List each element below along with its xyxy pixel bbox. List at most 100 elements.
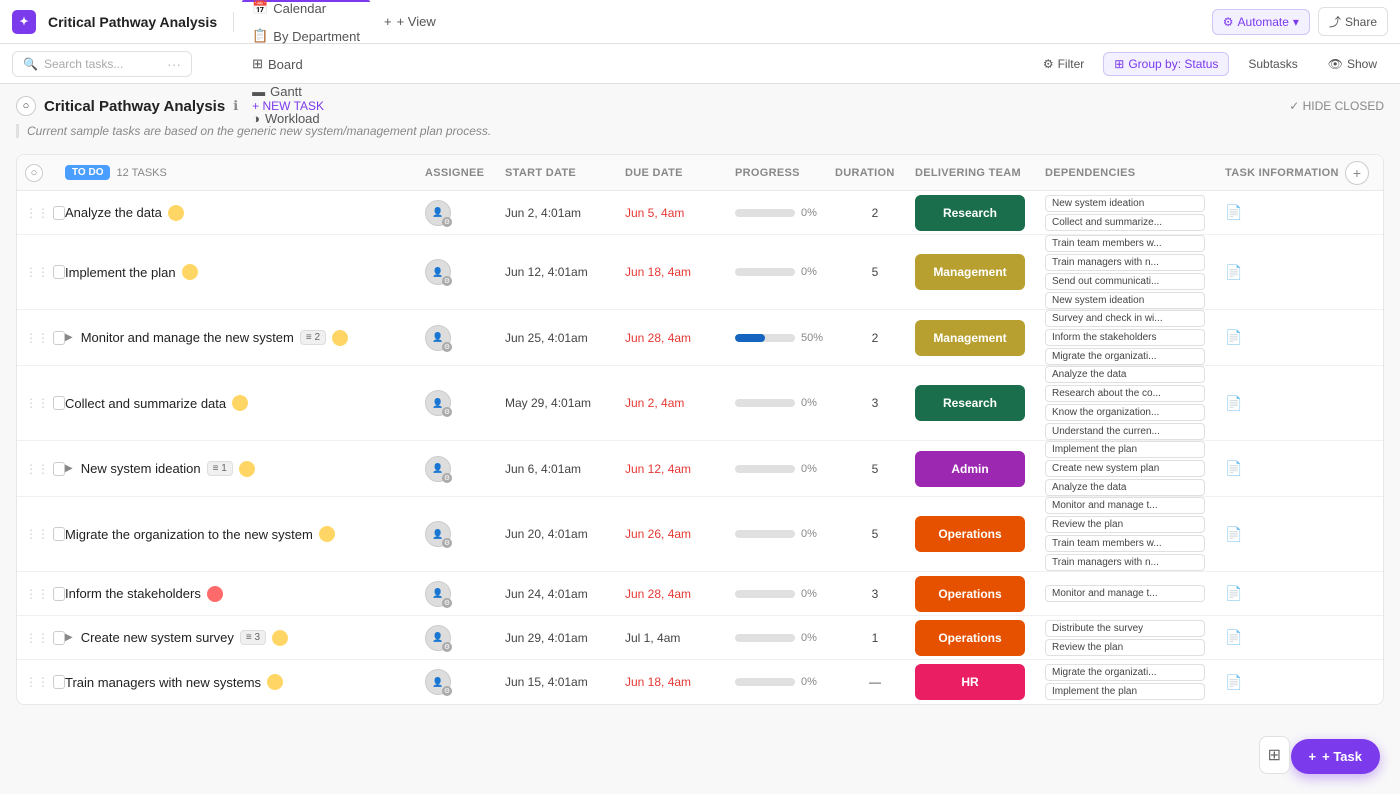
- doc-icon[interactable]: 📄: [1225, 585, 1242, 601]
- group-by-button[interactable]: ⊞ Group by: Status: [1103, 52, 1229, 76]
- expand-button[interactable]: ▶: [65, 463, 73, 474]
- avatar[interactable]: 👤 ⚙: [425, 259, 451, 285]
- start-date-col[interactable]: Jun 29, 4:01am: [505, 631, 625, 645]
- avatar[interactable]: 👤 ⚙: [425, 456, 451, 482]
- start-date-col[interactable]: Jun 24, 4:01am: [505, 587, 625, 601]
- task-info-col[interactable]: 📄: [1225, 395, 1345, 412]
- dep-tag[interactable]: Train managers with n...: [1045, 554, 1205, 571]
- dep-tag[interactable]: Inform the stakeholders: [1045, 329, 1205, 346]
- start-date-col[interactable]: May 29, 4:01am: [505, 396, 625, 410]
- due-date-col[interactable]: Jun 2, 4am: [625, 396, 735, 410]
- due-date-col[interactable]: Jun 28, 4am: [625, 587, 735, 601]
- task-checkbox[interactable]: [53, 206, 65, 220]
- assignee-col[interactable]: 👤 ⚙: [425, 259, 505, 285]
- drag-handle[interactable]: ⋮⋮: [25, 396, 49, 410]
- task-checkbox[interactable]: [53, 675, 65, 689]
- dep-tag[interactable]: Migrate the organizati...: [1045, 348, 1205, 365]
- drag-handle[interactable]: ⋮⋮: [25, 675, 49, 689]
- due-date-col[interactable]: Jun 18, 4am: [625, 265, 735, 279]
- start-date-col[interactable]: Jun 12, 4:01am: [505, 265, 625, 279]
- dep-tag[interactable]: Train managers with n...: [1045, 254, 1205, 271]
- drag-handle[interactable]: ⋮⋮: [25, 631, 49, 645]
- dep-tag[interactable]: Analyze the data: [1045, 479, 1205, 496]
- avatar[interactable]: 👤 ⚙: [425, 390, 451, 416]
- dep-tag[interactable]: Analyze the data: [1045, 366, 1205, 383]
- doc-icon[interactable]: 📄: [1225, 204, 1242, 220]
- doc-icon[interactable]: 📄: [1225, 629, 1242, 645]
- collapse-button[interactable]: ○: [16, 96, 36, 116]
- task-info-col[interactable]: 📄: [1225, 329, 1345, 346]
- avatar[interactable]: 👤 ⚙: [425, 325, 451, 351]
- filter-button[interactable]: ⚙ Filter: [1032, 52, 1095, 76]
- task-name-text[interactable]: New system ideation: [81, 461, 201, 476]
- assignee-col[interactable]: 👤 ⚙: [425, 581, 505, 607]
- avatar[interactable]: 👤 ⚙: [425, 200, 451, 226]
- dep-tag[interactable]: Review the plan: [1045, 639, 1205, 656]
- nav-tab-gantt2[interactable]: ▬Gantt: [242, 78, 370, 105]
- task-info-col[interactable]: 📄: [1225, 460, 1345, 477]
- start-date-col[interactable]: Jun 6, 4:01am: [505, 462, 625, 476]
- due-date-col[interactable]: Jun 18, 4am: [625, 675, 735, 689]
- due-date-col[interactable]: Jun 12, 4am: [625, 462, 735, 476]
- show-button[interactable]: 👁 Show: [1317, 52, 1388, 76]
- task-name-text[interactable]: Analyze the data: [65, 205, 162, 220]
- task-info-col[interactable]: 📄: [1225, 204, 1345, 221]
- more-icon[interactable]: ···: [167, 56, 181, 72]
- task-checkbox[interactable]: [53, 331, 65, 345]
- task-info-col[interactable]: 📄: [1225, 674, 1345, 691]
- assignee-col[interactable]: 👤 ⚙: [425, 625, 505, 651]
- task-checkbox[interactable]: [53, 631, 65, 645]
- start-date-col[interactable]: Jun 15, 4:01am: [505, 675, 625, 689]
- nav-tab-board[interactable]: ⊞Board: [242, 50, 370, 78]
- avatar[interactable]: 👤 ⚙: [425, 581, 451, 607]
- drag-handle[interactable]: ⋮⋮: [25, 587, 49, 601]
- task-name-text[interactable]: Migrate the organization to the new syst…: [65, 527, 313, 542]
- dep-tag[interactable]: Survey and check in wi...: [1045, 310, 1205, 327]
- task-checkbox[interactable]: [53, 265, 65, 279]
- dep-tag[interactable]: Send out communicati...: [1045, 273, 1205, 290]
- task-checkbox[interactable]: [53, 587, 65, 601]
- assignee-col[interactable]: 👤 ⚙: [425, 521, 505, 547]
- assignee-col[interactable]: 👤 ⚙: [425, 200, 505, 226]
- doc-icon[interactable]: 📄: [1225, 329, 1242, 345]
- hide-closed-button[interactable]: ✓ HIDE CLOSED: [1289, 99, 1384, 113]
- nav-tab-calendar[interactable]: 📅Calendar: [242, 0, 370, 22]
- due-date-col[interactable]: Jun 26, 4am: [625, 527, 735, 541]
- add-task-fab[interactable]: + + Task: [1291, 739, 1380, 774]
- task-checkbox[interactable]: [53, 462, 65, 476]
- task-name-text[interactable]: Train managers with new systems: [65, 675, 261, 690]
- dep-tag[interactable]: Review the plan: [1045, 516, 1205, 533]
- drag-handle[interactable]: ⋮⋮: [25, 265, 49, 279]
- nav-tab-workload[interactable]: ◑Workload: [242, 105, 370, 132]
- dep-tag[interactable]: Collect and summarize...: [1045, 214, 1205, 231]
- expand-button[interactable]: ▶: [65, 632, 73, 643]
- drag-handle[interactable]: ⋮⋮: [25, 462, 49, 476]
- dep-tag[interactable]: Train team members w...: [1045, 235, 1205, 252]
- task-info-col[interactable]: 📄: [1225, 585, 1345, 602]
- task-name-text[interactable]: Monitor and manage the new system: [81, 330, 294, 345]
- drag-handle[interactable]: ⋮⋮: [25, 206, 49, 220]
- dep-tag[interactable]: Implement the plan: [1045, 683, 1205, 700]
- dep-tag[interactable]: Monitor and manage t...: [1045, 497, 1205, 514]
- doc-icon[interactable]: 📄: [1225, 526, 1242, 542]
- col-add[interactable]: +: [1345, 161, 1375, 185]
- doc-icon[interactable]: 📄: [1225, 460, 1242, 476]
- doc-icon[interactable]: 📄: [1225, 674, 1242, 690]
- assignee-col[interactable]: 👤 ⚙: [425, 325, 505, 351]
- task-checkbox[interactable]: [53, 396, 65, 410]
- dep-tag[interactable]: Understand the curren...: [1045, 423, 1205, 440]
- due-date-col[interactable]: Jun 5, 4am: [625, 206, 735, 220]
- start-date-col[interactable]: Jun 20, 4:01am: [505, 527, 625, 541]
- dep-tag[interactable]: Create new system plan: [1045, 460, 1205, 477]
- task-info-col[interactable]: 📄: [1225, 629, 1345, 646]
- assignee-col[interactable]: 👤 ⚙: [425, 390, 505, 416]
- task-name-text[interactable]: Implement the plan: [65, 265, 176, 280]
- nav-tab-view[interactable]: + + View: [374, 8, 446, 35]
- doc-icon[interactable]: 📄: [1225, 395, 1242, 411]
- collapse-col[interactable]: ○: [25, 164, 65, 182]
- collapse-section-btn[interactable]: ○: [25, 164, 43, 182]
- dep-tag[interactable]: New system ideation: [1045, 292, 1205, 309]
- task-name-text[interactable]: Create new system survey: [81, 630, 234, 645]
- task-info-col[interactable]: 📄: [1225, 264, 1345, 281]
- assignee-col[interactable]: 👤 ⚙: [425, 669, 505, 695]
